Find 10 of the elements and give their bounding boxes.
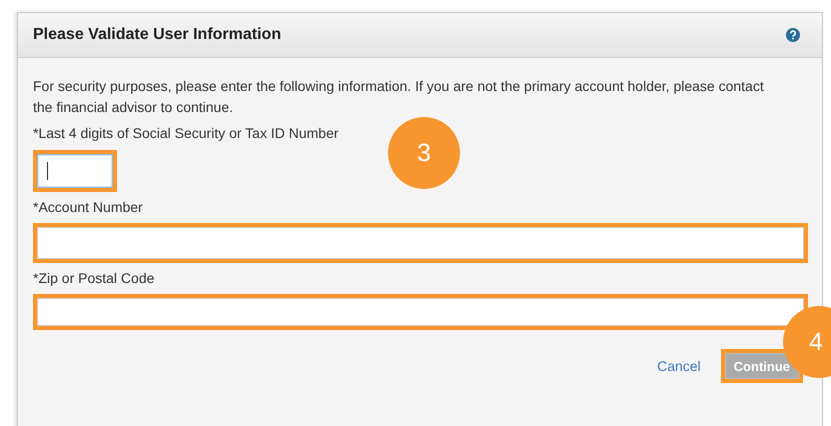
field-label: *Last 4 digits of Social Security or Tax ID Number	[33, 125, 340, 141]
input-field[interactable]	[33, 294, 808, 330]
field-label: *Zip or Postal Code	[33, 270, 156, 286]
field-label: *Account Number	[33, 199, 144, 215]
intro-text: For security purposes, please enter the following information. If you are not the primary account holder, please contact the financial advisor to continue.	[33, 77, 765, 117]
input-field[interactable]	[33, 150, 117, 192]
dialog-title: Please Validate User Information	[33, 26, 282, 44]
input-field[interactable]	[33, 223, 808, 263]
help-icon[interactable]	[786, 28, 800, 42]
cancel-link[interactable]: Cancel	[657, 358, 701, 374]
